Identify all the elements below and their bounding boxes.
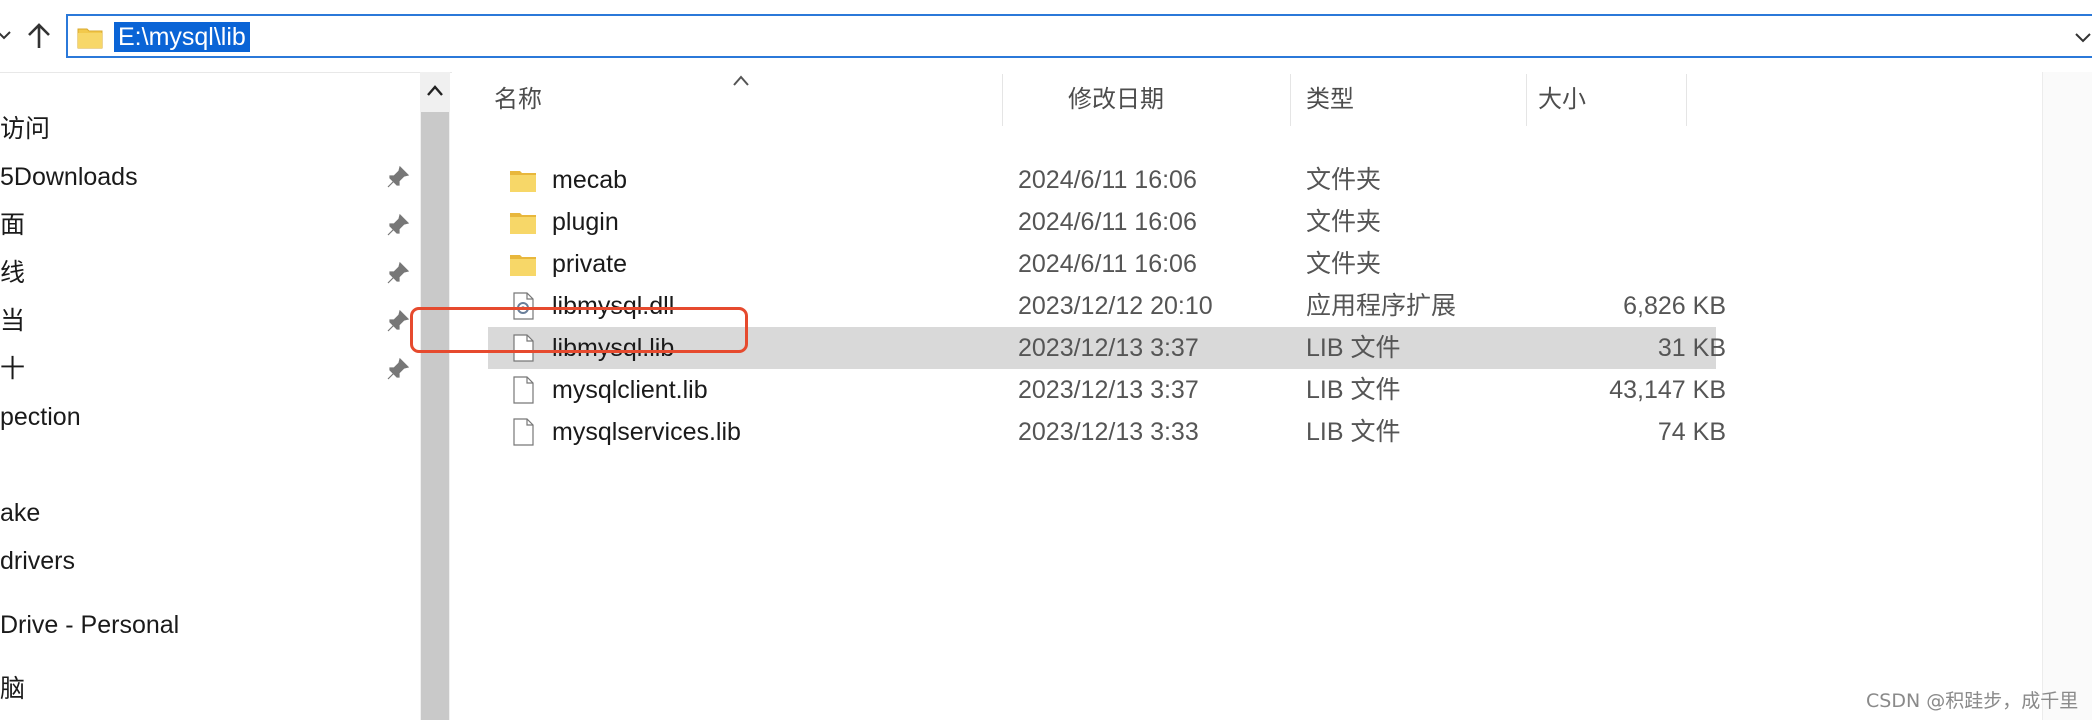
file-date: 2024/6/11 16:06 xyxy=(1018,250,1197,278)
column-header-date[interactable]: 修改日期 xyxy=(1002,74,1290,126)
column-header-name[interactable]: 名称 xyxy=(452,74,1002,126)
annotation-highlight-box xyxy=(410,307,748,353)
file-icon xyxy=(513,376,534,404)
pin-icon xyxy=(387,309,410,332)
folder-icon xyxy=(510,255,536,276)
nav-item-label: 十 xyxy=(0,355,26,383)
nav-item-label: 面 xyxy=(0,211,26,239)
file-size xyxy=(1538,243,1726,285)
file-size: 74 KB xyxy=(1657,418,1726,446)
file-date: 2023/12/12 20:10 xyxy=(1018,292,1213,320)
pin-icon xyxy=(387,261,410,284)
file-size: 31 KB xyxy=(1657,334,1726,362)
folder-icon xyxy=(510,213,536,234)
navigation-pane: 访问 5Downloads 面 线 当 十 pection ake driver… xyxy=(0,72,420,720)
file-type: LIB 文件 xyxy=(1306,334,1401,362)
chevron-down-icon[interactable] xyxy=(2072,26,2092,48)
pin-icon xyxy=(387,165,410,188)
nav-item-label: drivers xyxy=(0,547,76,575)
file-icon xyxy=(513,418,534,446)
nav-scrollbar[interactable] xyxy=(420,72,450,720)
file-type: 应用程序扩展 xyxy=(1306,292,1457,320)
file-size: 6,826 KB xyxy=(1623,292,1726,320)
nav-item-pinned-3[interactable]: 线 xyxy=(0,253,420,293)
address-path[interactable]: E:\mysql\lib xyxy=(114,22,250,52)
nav-item-label: pection xyxy=(0,403,81,431)
file-date: 2023/12/13 3:37 xyxy=(1018,334,1199,362)
nav-item-pinned-5[interactable]: 十 xyxy=(0,349,420,389)
file-date: 2023/12/13 3:37 xyxy=(1018,376,1199,404)
file-list: 名称 修改日期 类型 大小 mecab 2024/6/11 16:06 文件夹 … xyxy=(452,72,2042,720)
file-type: LIB 文件 xyxy=(1306,418,1401,446)
nav-item-documents[interactable]: 当 xyxy=(0,301,420,341)
nav-item-label: Drive - Personal xyxy=(0,611,180,639)
file-row-mecab[interactable]: mecab 2024/6/11 16:06 文件夹 xyxy=(488,159,2092,201)
file-name: mysqlservices.lib xyxy=(552,418,741,446)
nav-item-label: ake xyxy=(0,499,41,527)
file-name: private xyxy=(552,250,628,278)
file-row-plugin[interactable]: plugin 2024/6/11 16:06 文件夹 xyxy=(488,201,2092,243)
file-type: 文件夹 xyxy=(1306,166,1382,194)
nav-item-label: 5Downloads xyxy=(0,163,138,191)
column-header-type[interactable]: 类型 xyxy=(1290,74,1526,126)
watermark: CSDN @积跬步，成千里 xyxy=(1866,690,2079,712)
folder-icon xyxy=(510,171,536,192)
file-date: 2024/6/11 16:06 xyxy=(1018,166,1197,194)
column-header-size[interactable]: 大小 xyxy=(1526,74,1686,126)
file-name: mysqlclient.lib xyxy=(552,376,708,404)
address-bar[interactable]: E:\mysql\lib xyxy=(66,14,2092,58)
up-button[interactable] xyxy=(22,18,56,54)
file-name: mecab xyxy=(552,166,628,194)
nav-item-label: 线 xyxy=(0,259,26,287)
file-name: plugin xyxy=(552,208,619,236)
file-type: LIB 文件 xyxy=(1306,376,1401,404)
file-size xyxy=(1538,159,1726,201)
file-type: 文件夹 xyxy=(1306,250,1382,278)
chevron-up-icon xyxy=(427,85,443,96)
recent-locations-chevron-icon[interactable] xyxy=(0,20,14,52)
nav-item-desktop[interactable]: 面 xyxy=(0,205,420,245)
scroll-up-button[interactable] xyxy=(420,76,450,106)
file-row-mysqlservices-lib[interactable]: mysqlservices.lib 2023/12/13 3:33 LIB 文件… xyxy=(488,411,2092,453)
file-date: 2023/12/13 3:33 xyxy=(1018,418,1199,446)
preview-pane-edge xyxy=(2042,72,2092,720)
file-size xyxy=(1538,201,1726,243)
file-row-mysqlclient-lib[interactable]: mysqlclient.lib 2023/12/13 3:37 LIB 文件 4… xyxy=(488,369,2092,411)
nav-item-label: 脑 xyxy=(0,675,26,703)
nav-item-label: 访问 xyxy=(0,115,51,143)
address-toolbar: E:\mysql\lib xyxy=(0,0,2092,73)
pin-icon xyxy=(387,357,410,380)
pin-icon xyxy=(387,213,410,236)
column-divider[interactable] xyxy=(1686,74,1687,126)
file-type: 文件夹 xyxy=(1306,208,1382,236)
folder-icon xyxy=(77,28,103,49)
arrow-up-icon xyxy=(28,23,50,48)
file-date: 2024/6/11 16:06 xyxy=(1018,208,1197,236)
nav-item-label: 当 xyxy=(0,307,26,335)
file-size: 43,147 KB xyxy=(1609,376,1726,404)
file-row-private[interactable]: private 2024/6/11 16:06 文件夹 xyxy=(488,243,2092,285)
nav-item-downloads[interactable]: 5Downloads xyxy=(0,157,420,197)
scrollbar-thumb[interactable] xyxy=(421,112,449,720)
